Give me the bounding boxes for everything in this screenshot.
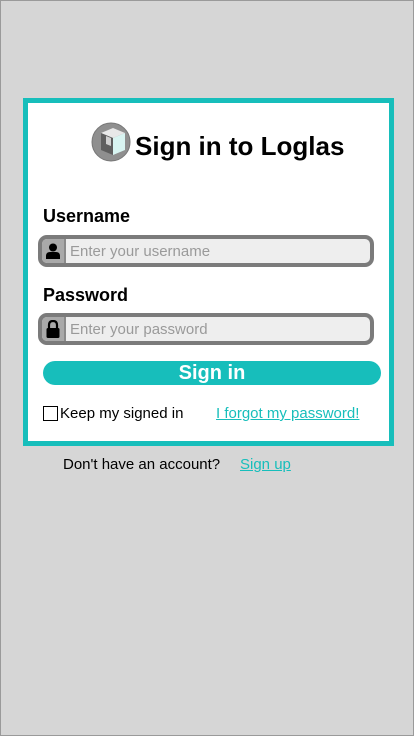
password-field[interactable] (38, 313, 374, 345)
username-input[interactable] (66, 239, 370, 263)
page-title: Sign in to Loglas (135, 130, 345, 161)
username-field[interactable] (38, 235, 374, 267)
keep-signed-in-checkbox[interactable] (43, 406, 58, 421)
lock-icon (42, 317, 66, 341)
username-label: Username (43, 206, 131, 226)
forgot-password-link[interactable]: I forgot my password! (216, 405, 359, 422)
no-account-text: Don't have an account? (63, 456, 221, 473)
login-screen: Sign in to Loglas Username Password Si (0, 0, 414, 736)
logo-icon (91, 122, 131, 162)
keep-signed-in-label: Keep my signed in (60, 405, 184, 422)
keep-signed-in[interactable]: Keep my signed in (43, 405, 183, 422)
sign-in-button[interactable]: Sign in (43, 361, 381, 385)
user-icon (42, 239, 66, 263)
sign-up-link[interactable]: Sign up (240, 456, 291, 473)
password-input[interactable] (66, 317, 370, 341)
header: Sign in to Loglas (91, 121, 344, 163)
login-card: Sign in to Loglas Username Password Si (23, 98, 394, 446)
password-label: Password (43, 285, 129, 305)
